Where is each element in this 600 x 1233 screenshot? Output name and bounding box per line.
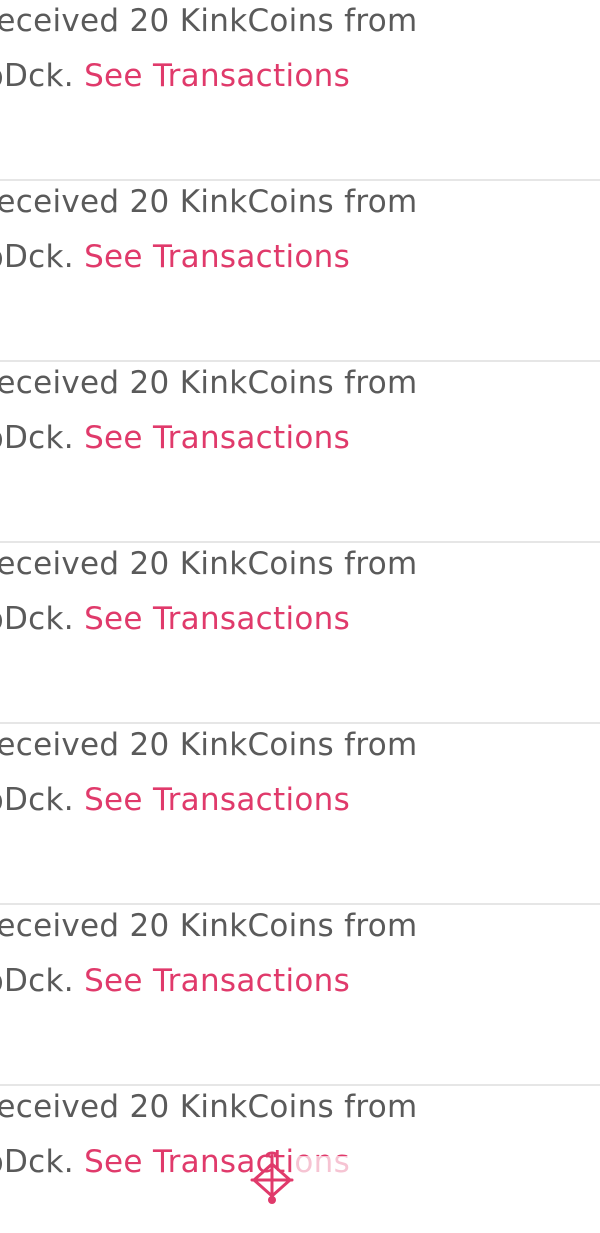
notification-item: received 20 KinkCoins from bDck. See Tra… — [0, 181, 600, 362]
sender-name: bDck. — [0, 420, 74, 456]
see-transactions-link[interactable]: See Transactions — [84, 58, 350, 94]
notification-text: received 20 KinkCoins from — [0, 908, 417, 944]
sender-name: bDck. — [0, 58, 74, 94]
notification-item: received 20 KinkCoins from bDck. See Tra… — [0, 543, 600, 724]
notification-list: received 20 KinkCoins from bDck. See Tra… — [0, 0, 600, 1233]
notification-item: received 20 KinkCoins from bDck. See Tra… — [0, 905, 600, 1086]
see-transactions-link[interactable]: See Transactions — [84, 782, 350, 818]
notification-item: received 20 KinkCoins from bDck. See Tra… — [0, 362, 600, 543]
notification-text: received 20 KinkCoins from — [0, 365, 417, 401]
sender-name: bDck. — [0, 601, 74, 637]
see-transactions-link[interactable]: See Transactions — [84, 239, 350, 275]
notification-message: received 20 KinkCoins from — [0, 727, 418, 763]
notification-message: received 20 KinkCoins from — [0, 1089, 418, 1125]
notification-text: bDck. See Transactions — [0, 963, 350, 999]
sender-name: bDck. — [0, 963, 74, 999]
notification-text: received 20 KinkCoins from — [0, 727, 417, 763]
see-transactions-link[interactable]: See Transactions — [84, 601, 350, 637]
see-transactions-link[interactable]: See Transactions — [84, 963, 350, 999]
sender-name: bDck. — [0, 239, 74, 275]
notification-text: received 20 KinkCoins from — [0, 546, 417, 582]
notification-item: received 20 KinkCoins from bDck. See Tra… — [0, 724, 600, 905]
notification-message: received 20 KinkCoins from — [0, 546, 418, 582]
notification-text: received 20 KinkCoins from — [0, 3, 417, 39]
notification-text: received 20 KinkCoins from — [0, 1089, 417, 1125]
notification-text: bDck. See Transactions — [0, 782, 350, 818]
sender-name: bDck. — [0, 782, 74, 818]
notification-text: bDck. See Transactions — [0, 58, 350, 94]
notification-message: received 20 KinkCoins from — [0, 908, 418, 944]
cursor-glitch-overlay — [292, 1156, 364, 1190]
notification-text: received 20 KinkCoins from — [0, 184, 417, 220]
drag-cursor-icon — [246, 1150, 298, 1206]
notification-text: bDck. See Transactions — [0, 239, 350, 275]
notification-text: bDck. See Transactions — [0, 420, 350, 456]
notification-message: received 20 KinkCoins from — [0, 3, 418, 39]
notification-item: received 20 KinkCoins from bDck. See Tra… — [0, 0, 600, 181]
sender-name: bDck. — [0, 1144, 74, 1180]
see-transactions-link[interactable]: See Transactions — [84, 420, 350, 456]
notification-message: received 20 KinkCoins from — [0, 365, 418, 401]
notification-message: received 20 KinkCoins from — [0, 184, 418, 220]
notification-text: bDck. See Transactions — [0, 601, 350, 637]
